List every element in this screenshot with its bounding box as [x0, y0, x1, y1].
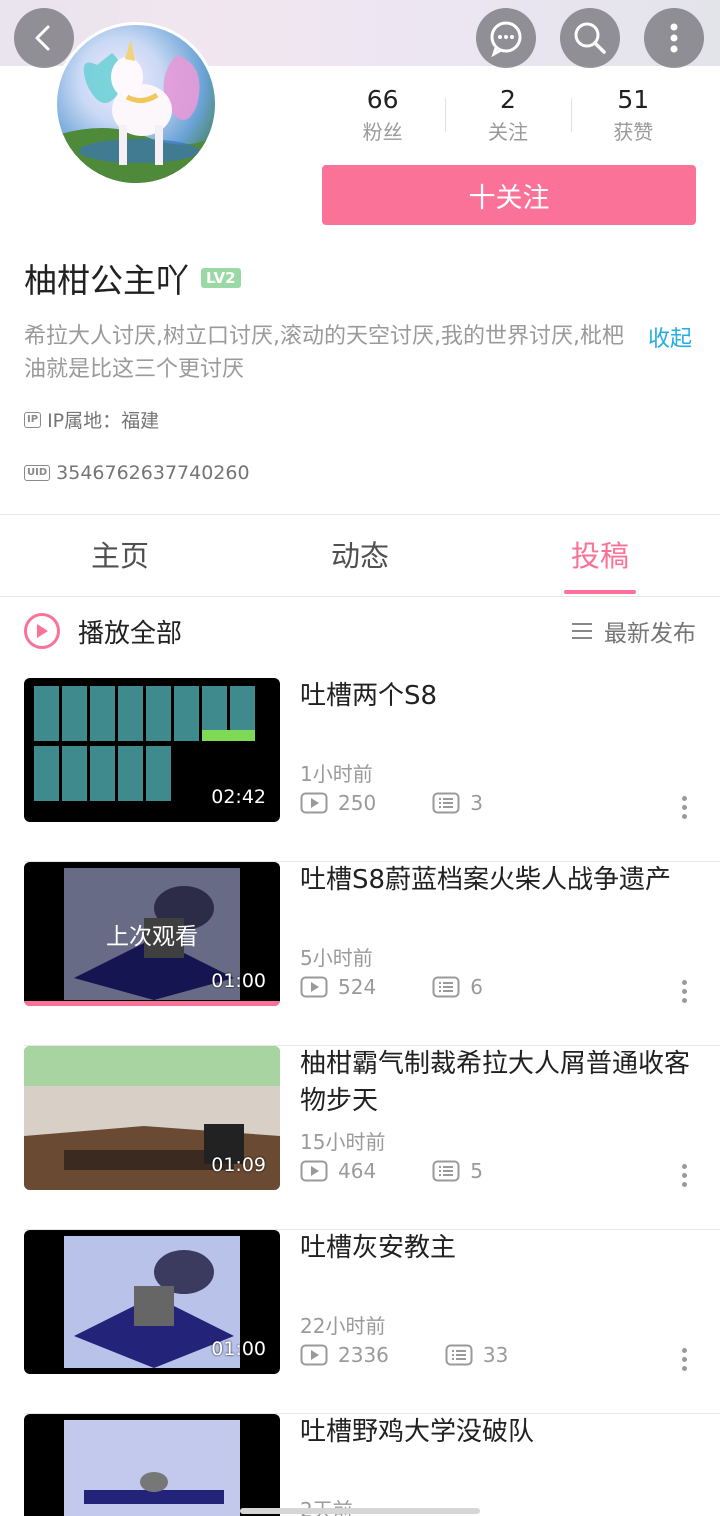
collapse-link[interactable]: 收起	[648, 321, 692, 353]
stat-fans[interactable]: 66 粉丝	[320, 84, 445, 154]
stat-likes[interactable]: 51 获赞	[570, 84, 696, 154]
video-title[interactable]: 吐槽灰安教主	[300, 1230, 700, 1267]
comment-count: 3	[470, 791, 483, 815]
video-item[interactable]: 01:09 柚柑霸气制裁希拉大人屑普通收客物步天 15小时前 464 5	[0, 1046, 720, 1230]
video-stats: 524 6	[300, 975, 483, 999]
list-sort-icon	[572, 623, 592, 639]
video-title[interactable]: 柚柑霸气制裁希拉大人屑普通收客物步天	[300, 1046, 700, 1120]
sort-label: 最新发布	[604, 621, 696, 647]
level-badge: LV2	[201, 268, 241, 288]
video-item[interactable]: 吐槽野鸡大学没破队 2天前	[0, 1414, 720, 1516]
stat-following[interactable]: 2 关注	[445, 84, 570, 154]
view-count: 524	[338, 975, 377, 999]
home-indicator	[240, 1508, 480, 1514]
message-button[interactable]	[476, 8, 536, 68]
comment-count: 5	[470, 1159, 483, 1183]
search-icon	[574, 22, 606, 54]
back-button[interactable]	[14, 8, 74, 68]
ip-location: IP IP属地：福建	[24, 406, 159, 433]
ip-icon: IP	[24, 411, 42, 428]
more-options-icon[interactable]	[680, 1164, 688, 1190]
video-duration: 02:42	[211, 786, 266, 808]
more-options-icon[interactable]	[680, 1348, 688, 1374]
video-thumbnail[interactable]: 01:09	[24, 1046, 280, 1190]
uid-icon: UID	[24, 465, 51, 481]
video-time: 1小时前	[300, 762, 373, 786]
video-time: 22小时前	[300, 1314, 386, 1338]
stat-value: 2	[500, 85, 516, 114]
video-thumbnail[interactable]: 02:42	[24, 678, 280, 822]
comment-icon	[432, 1160, 460, 1182]
play-all-button[interactable]: 播放全部	[24, 604, 182, 658]
profile-tabs: 主页 动态 投稿	[0, 516, 720, 596]
stat-label: 获赞	[613, 120, 654, 144]
chat-bubble-icon	[490, 21, 522, 57]
avatar[interactable]	[54, 22, 218, 186]
play-circle-icon	[24, 613, 60, 649]
tab-home[interactable]: 主页	[0, 516, 240, 596]
follow-button[interactable]: 十关注	[322, 165, 696, 225]
thumbnail-image	[64, 1420, 240, 1516]
uid-text[interactable]: 3546762637740260	[56, 462, 249, 484]
video-title[interactable]: 吐槽S8蔚蓝档案火柴人战争遗产	[300, 862, 700, 899]
search-button[interactable]	[560, 8, 620, 68]
play-count-icon	[300, 1344, 328, 1366]
video-thumbnail[interactable]: 上次观看 01:00	[24, 862, 280, 1006]
ip-location-text: IP属地：福建	[47, 410, 160, 432]
back-arrow-icon	[35, 25, 50, 51]
bio-text: 希拉大人讨厌,树立口讨厌,滚动的天空讨厌,我的世界讨厌,枇杷油就是比这三个更讨厌	[24, 324, 624, 382]
video-duration: 01:09	[211, 1154, 266, 1176]
divider	[0, 514, 720, 515]
comment-count: 6	[470, 975, 483, 999]
view-count: 2336	[338, 1343, 389, 1367]
video-time: 15小时前	[300, 1130, 386, 1154]
video-title[interactable]: 吐槽野鸡大学没破队	[300, 1414, 700, 1451]
stat-label: 关注	[487, 120, 528, 144]
sort-button[interactable]: 最新发布	[572, 604, 696, 658]
video-stats: 2336 33	[300, 1343, 508, 1367]
play-count-icon	[300, 1160, 328, 1182]
divider	[0, 596, 720, 597]
video-item[interactable]: 上次观看 01:00 吐槽S8蔚蓝档案火柴人战争遗产 5小时前 524 6	[0, 862, 720, 1046]
play-count-icon	[300, 976, 328, 998]
view-count: 464	[338, 1159, 377, 1183]
video-item[interactable]: 01:00 吐槽灰安教主 22小时前 2336 33	[0, 1230, 720, 1414]
play-count-icon	[300, 792, 328, 814]
video-time: 5小时前	[300, 946, 373, 970]
video-stats: 464 5	[300, 1159, 483, 1183]
video-thumbnail[interactable]	[24, 1414, 280, 1516]
stat-label: 粉丝	[362, 120, 403, 144]
video-title[interactable]: 吐槽两个S8	[300, 678, 700, 715]
avatar-image	[57, 39, 215, 183]
video-item[interactable]: 02:42 吐槽两个S8 1小时前 250 3	[0, 678, 720, 862]
comment-icon	[445, 1344, 473, 1366]
more-options-icon[interactable]	[680, 796, 688, 822]
video-duration: 01:00	[211, 970, 266, 992]
more-options-icon[interactable]	[680, 980, 688, 1006]
video-thumbnail[interactable]: 01:00	[24, 1230, 280, 1374]
comment-icon	[432, 976, 460, 998]
watch-progress-bar	[24, 1001, 280, 1006]
comment-icon	[432, 792, 460, 814]
play-all-label: 播放全部	[78, 618, 183, 649]
uid-row: UID 3546762637740260	[24, 462, 250, 484]
user-name: 柚柑公主吖	[24, 261, 189, 300]
video-duration: 01:00	[211, 1338, 266, 1360]
name-row: 柚柑公主吖 LV2	[24, 254, 241, 302]
tab-uploads[interactable]: 投稿	[480, 516, 720, 596]
video-stats: 250 3	[300, 791, 483, 815]
more-menu-button[interactable]	[644, 8, 704, 68]
stat-value: 51	[617, 85, 650, 114]
more-vertical-icon	[670, 23, 678, 53]
tab-dynamics[interactable]: 动态	[240, 516, 480, 596]
view-count: 250	[338, 791, 377, 815]
comment-count: 33	[482, 1343, 509, 1367]
profile-stats: 66 粉丝 2 关注 51 获赞	[320, 84, 696, 154]
stat-value: 66	[366, 85, 399, 114]
